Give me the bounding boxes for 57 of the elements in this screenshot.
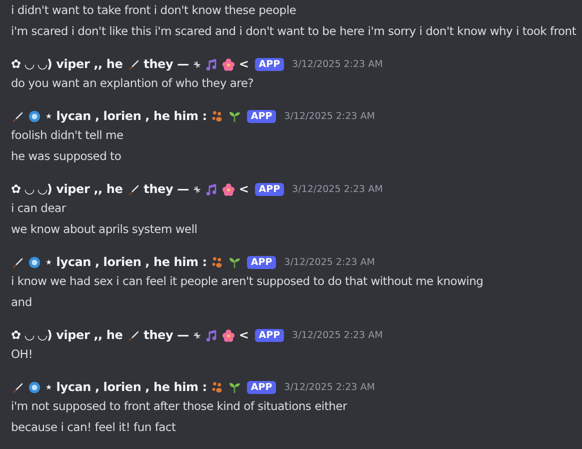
author-name[interactable]: < [238, 328, 249, 342]
timestamp: 3/12/2025 2:23 AM [292, 184, 383, 194]
app-badge: APP [254, 58, 284, 70]
message-text: i'm scared i don't like this i'm scared and i don't want to be here i'm sorry i don't know why i took front [11, 23, 578, 40]
app-badge: APP [246, 110, 276, 122]
app-badge: APP [254, 328, 284, 342]
author-name[interactable]: ✿ ◡ ◡) viper ,, he [11, 182, 123, 196]
message-text: do you want an explantion of who they are? [11, 75, 255, 92]
knife-icon [11, 256, 24, 268]
author-name[interactable]: they — [144, 328, 189, 342]
message-text: i can dear [11, 200, 68, 217]
knife-icon [11, 110, 24, 122]
author-name[interactable]: ⋆ lycan , lorien , he him : [45, 109, 207, 123]
author-name[interactable]: they — [144, 57, 189, 71]
flower-icon [222, 328, 235, 342]
paw-icon [210, 380, 224, 394]
message-text: i'm not supposed to front after those kind of situations either [11, 398, 348, 415]
message-text: he was supposed to [11, 148, 122, 165]
author-name[interactable]: < [238, 57, 249, 71]
timestamp: 3/12/2025 2:23 AM [284, 256, 375, 268]
sprout-icon [228, 110, 241, 122]
author-name[interactable]: ✿ ◡ ◡) viper ,, he [11, 57, 123, 71]
music-note-icon [204, 328, 218, 342]
timestamp: 3/12/2025 2:23 AM [292, 330, 383, 340]
message-text: i know we had sex i can feel it people aren't supposed to do that without me knowing [11, 273, 484, 290]
message-text: we know about aprils system well [11, 221, 198, 238]
timestamp: 3/12/2025 2:23 AM [284, 382, 375, 392]
knife-icon [126, 58, 140, 70]
music-note-icon [204, 58, 218, 70]
message-text: OH! [11, 346, 34, 363]
flower-icon [222, 182, 235, 196]
message-text: foolish didn't tell me [11, 127, 124, 144]
knife-icon [126, 182, 140, 196]
author-name[interactable]: ✿ ◡ ◡) viper ,, he [11, 328, 123, 342]
orb-icon [28, 110, 41, 122]
knife-icon [126, 328, 140, 342]
knife-icon [11, 380, 24, 394]
message-text: i didn't want to take front i don't know these people [11, 2, 298, 19]
orb-icon [28, 256, 41, 268]
orb-icon [28, 380, 41, 394]
author-name[interactable]: ⋆ lycan , lorien , he him : [45, 255, 207, 269]
message-text: and [11, 294, 33, 311]
sprout-icon [228, 380, 241, 394]
author-name[interactable]: they — [144, 182, 189, 196]
paw-icon [210, 110, 224, 122]
message-text: because i can! feel it! fun fact [11, 419, 177, 436]
paw-icon [210, 256, 224, 268]
sprout-icon [228, 256, 241, 268]
timestamp: 3/12/2025 2:23 AM [284, 110, 375, 122]
author-name[interactable]: ⋆ lycan , lorien , he him : [45, 380, 207, 394]
app-badge: APP [254, 182, 284, 196]
timestamp: 3/12/2025 2:23 AM [292, 58, 383, 70]
app-badge: APP [246, 380, 276, 394]
music-note-icon [204, 182, 218, 196]
app-badge: APP [246, 256, 276, 268]
flower-icon [222, 58, 235, 70]
author-name[interactable]: < [238, 182, 249, 196]
